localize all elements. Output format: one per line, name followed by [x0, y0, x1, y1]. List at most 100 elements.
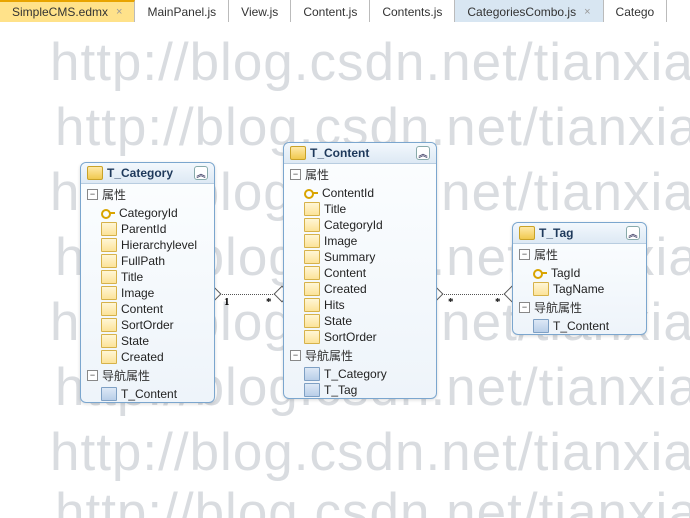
property-row[interactable]: ContentId — [284, 185, 436, 201]
entity-header[interactable]: T_Content︽ — [284, 143, 436, 164]
property-name: State — [121, 334, 149, 348]
property-icon — [304, 330, 320, 344]
property-icon — [304, 218, 320, 232]
property-row[interactable]: Created — [81, 349, 214, 365]
property-name: FullPath — [121, 254, 165, 268]
entity-header[interactable]: T_Tag ︽ — [513, 223, 646, 244]
property-icon — [101, 334, 117, 348]
entity-icon — [519, 226, 535, 240]
property-row[interactable]: Title — [81, 269, 214, 285]
nav-icon — [533, 319, 549, 333]
tab-simplecms-edmx[interactable]: SimpleCMS.edmx × — [0, 0, 135, 22]
toggle-icon[interactable]: − — [87, 370, 98, 381]
nav-property-name: T_Content — [553, 319, 609, 333]
property-icon — [304, 266, 320, 280]
section-navigation[interactable]: −导航属性 — [81, 365, 214, 386]
entity-t-category[interactable]: T_Category︽−属性CategoryIdParentIdHierarch… — [80, 162, 215, 403]
entity-t-tag[interactable]: T_Tag︽−属性TagIdTagName−导航属性T_Content — [512, 222, 647, 335]
property-name: TagId — [551, 266, 580, 280]
property-row[interactable]: TagName — [513, 281, 646, 297]
property-row[interactable]: Image — [81, 285, 214, 301]
property-name: SortOrder — [324, 330, 377, 344]
property-icon — [304, 298, 320, 312]
property-icon — [304, 314, 320, 328]
close-icon[interactable]: × — [116, 6, 122, 18]
property-name: CategoryId — [324, 218, 383, 232]
section-properties[interactable]: −属性 — [513, 244, 646, 265]
collapse-icon[interactable]: ︽ — [626, 226, 640, 240]
property-icon — [304, 282, 320, 296]
property-icon — [101, 318, 117, 332]
property-row[interactable]: Content — [284, 265, 436, 281]
section-navigation[interactable]: −导航属性 — [284, 345, 436, 366]
entity-title: T_Tag — [539, 226, 573, 240]
tab-contents-js[interactable]: Contents.js — [370, 0, 455, 22]
tab-content-js[interactable]: Content.js — [291, 0, 370, 22]
property-row[interactable]: Summary — [284, 249, 436, 265]
toggle-icon[interactable]: − — [519, 302, 530, 313]
close-icon[interactable]: × — [584, 6, 590, 18]
watermark: http://blog.csdn.net/tianxia — [50, 422, 690, 483]
property-name: Title — [324, 202, 346, 216]
property-row[interactable]: State — [284, 313, 436, 329]
toggle-icon[interactable]: − — [290, 169, 301, 180]
property-row[interactable]: Created — [284, 281, 436, 297]
tab-label: SimpleCMS.edmx — [12, 5, 108, 19]
property-row[interactable]: SortOrder — [284, 329, 436, 345]
property-name: ContentId — [322, 186, 374, 200]
nav-icon — [304, 367, 320, 381]
nav-property-row[interactable]: T_Tag — [284, 382, 436, 398]
nav-property-name: T_Content — [121, 387, 177, 401]
property-name: Hierarchylevel — [121, 238, 197, 252]
key-icon — [533, 267, 547, 279]
property-row[interactable]: Hits — [284, 297, 436, 313]
section-properties[interactable]: −属性 — [284, 164, 436, 185]
nav-property-row[interactable]: T_Content — [513, 318, 646, 334]
property-row[interactable]: Image — [284, 233, 436, 249]
property-row[interactable]: Hierarchylevel — [81, 237, 214, 253]
nav-property-row[interactable]: T_Category — [284, 366, 436, 382]
section-properties[interactable]: −属性 — [81, 184, 214, 205]
property-row[interactable]: State — [81, 333, 214, 349]
property-icon — [101, 302, 117, 316]
property-row[interactable]: FullPath — [81, 253, 214, 269]
property-name: Summary — [324, 250, 375, 264]
section-label: 属性 — [305, 166, 329, 183]
cardinality-label: * — [495, 296, 501, 308]
property-row[interactable]: Title — [284, 201, 436, 217]
section-label: 属性 — [102, 186, 126, 203]
entity-t-content[interactable]: T_Content︽−属性ContentIdTitleCategoryIdIma… — [283, 142, 437, 399]
section-navigation[interactable]: −导航属性 — [513, 297, 646, 318]
property-row[interactable]: CategoryId — [81, 205, 214, 221]
tab-categoriescombo-js[interactable]: CategoriesCombo.js× — [455, 0, 603, 22]
toggle-icon[interactable]: − — [87, 189, 98, 200]
property-icon — [304, 202, 320, 216]
property-name: SortOrder — [121, 318, 174, 332]
property-name: Created — [121, 350, 164, 364]
property-row[interactable]: CategoryId — [284, 217, 436, 233]
collapse-icon[interactable]: ︽ — [194, 166, 208, 180]
tab-catego[interactable]: Catego — [604, 0, 668, 22]
property-row[interactable]: Content — [81, 301, 214, 317]
nav-property-row[interactable]: T_Content — [81, 386, 214, 402]
toggle-icon[interactable]: − — [519, 249, 530, 260]
entity-header[interactable]: T_Category︽ — [81, 163, 214, 184]
property-row[interactable]: TagId — [513, 265, 646, 281]
nav-icon — [304, 383, 320, 397]
edmx-designer-canvas[interactable]: http://blog.csdn.net/tianxia http://blog… — [0, 22, 690, 518]
relation-line[interactable] — [213, 294, 281, 295]
cardinality-label: 1 — [224, 296, 230, 308]
collapse-icon[interactable]: ︽ — [416, 146, 430, 160]
tab-mainpanel-js[interactable]: MainPanel.js — [135, 0, 229, 22]
tab-view-js[interactable]: View.js — [229, 0, 291, 22]
property-name: Hits — [324, 298, 345, 312]
section-label: 导航属性 — [534, 299, 582, 316]
key-icon — [304, 187, 318, 199]
property-icon — [101, 222, 117, 236]
relation-line[interactable] — [435, 294, 511, 295]
property-row[interactable]: SortOrder — [81, 317, 214, 333]
toggle-icon[interactable]: − — [290, 350, 301, 361]
watermark: http://blog.csdn.net/tianxia — [50, 32, 690, 93]
property-icon — [101, 270, 117, 284]
property-row[interactable]: ParentId — [81, 221, 214, 237]
